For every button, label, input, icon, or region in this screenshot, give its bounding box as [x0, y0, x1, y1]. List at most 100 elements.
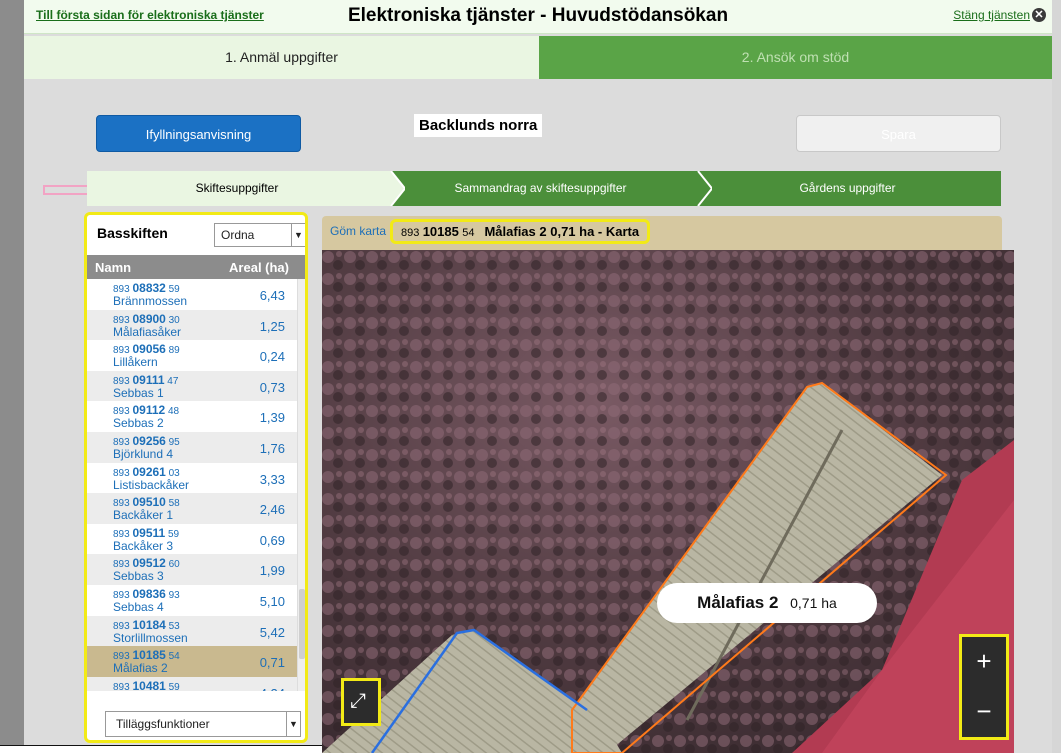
list-item[interactable]: 893 09510 58 Backåker 1 2,46	[87, 493, 297, 524]
list-item[interactable]: 893 09056 89 Lillåkern 0,24	[87, 340, 297, 371]
list-item[interactable]: 893 10185 54 Målafias 2 0,71	[87, 646, 297, 677]
parcel-name: Sebbas 2	[113, 416, 164, 431]
parcel-name: Lillåkern	[113, 355, 158, 370]
chevron-down-icon: ▼	[291, 224, 305, 246]
parcel-name: Målafias 2	[113, 661, 168, 676]
parcel-id: 893 10481 59	[113, 678, 180, 691]
zoom-in-button[interactable]: +	[962, 637, 1006, 687]
list-item[interactable]: 893 09836 93 Sebbas 4 5,10	[87, 584, 297, 616]
parcel-id: 893 09112 48	[113, 403, 180, 418]
list-item[interactable]: 893 10184 53 Storlillmossen 5,42	[87, 615, 297, 647]
map-label-title: Målafias 2 0,71 ha - Karta	[484, 224, 640, 239]
zoom-controls: + −	[959, 634, 1009, 740]
tab-separator-icon	[387, 171, 405, 206]
list-item[interactable]: 893 08832 59 Brännmossen 6,43	[87, 279, 297, 310]
parcel-name: Backåker 3	[113, 538, 174, 553]
column-name-header[interactable]: Namn	[95, 260, 131, 275]
right-window-edge	[1052, 0, 1061, 753]
farm-name: Backlunds norra	[414, 114, 543, 137]
parcel-panel-header: Basskiften Ordna ▼	[87, 215, 305, 251]
addon-functions-select[interactable]: Tilläggsfunktioner ▼	[105, 711, 301, 737]
parcel-name: Björklund 4	[113, 446, 174, 461]
map-parcel-popup: Målafias 2 0,71 ha	[657, 583, 877, 623]
popup-name: Målafias 2	[697, 593, 779, 612]
list-item[interactable]: 893 09512 60 Sebbas 3 1,99	[87, 554, 297, 585]
header: Till första sidan för elektroniska tjäns…	[24, 0, 1052, 34]
parcel-panel-title: Basskiften	[97, 225, 168, 241]
list-item[interactable]: 893 09256 95 Björklund 4 1,76	[87, 431, 297, 463]
parcel-name: Sebbas 3	[113, 569, 164, 584]
parcel-area: 0,69	[259, 532, 285, 548]
parcel-list: 893 08832 59 Brännmossen 6,43 893 08900 30 M…	[87, 279, 297, 691]
parcel-name: Brännmossen	[113, 294, 188, 308]
parcel-name: Storlillmossen	[113, 630, 188, 645]
parcel-id: 893 08900 30	[113, 311, 180, 326]
step-report[interactable]: 1. Anmäl uppgifter	[24, 36, 539, 79]
parcel-area: 1,25	[259, 318, 285, 334]
tab-separator-icon	[694, 171, 712, 206]
map-parcel-label: 893 10185 54 Målafias 2 0,71 ha - Karta	[390, 219, 651, 244]
map-label-number: 10185	[422, 224, 459, 239]
hide-map-link[interactable]: Göm karta	[330, 224, 386, 238]
parcel-area: 1,39	[259, 410, 285, 426]
tab-parcel-data[interactable]: Skiftesuppgifter	[87, 171, 387, 206]
map-label-prefix: 893	[401, 227, 420, 239]
bottom-edge	[0, 745, 322, 753]
parcel-area: 1,76	[259, 440, 285, 456]
tab-bar: Skiftesuppgifter Sammandrag av skiftesup…	[87, 171, 1001, 206]
column-area-header[interactable]: Areal (ha)	[229, 260, 289, 275]
parcel-id: 893 09510 58	[113, 495, 180, 510]
left-window-edge	[0, 0, 24, 753]
list-item[interactable]: 893 09112 48 Sebbas 2 1,39	[87, 401, 297, 432]
parcel-id: 893 09511 59	[113, 525, 180, 540]
parcel-area: 2,46	[259, 502, 285, 518]
list-item[interactable]: 893 09261 03 Listisbackåker 3,33	[87, 462, 297, 494]
parcel-name: Sebbas 4	[113, 599, 164, 614]
parcel-area: 3,33	[259, 471, 285, 487]
map-header: Göm karta 893 10185 54 Målafias 2 0,71 h…	[322, 216, 1002, 250]
save-button[interactable]: Spara	[796, 115, 1001, 152]
map-label-suffix: 54	[462, 227, 475, 239]
tab-parcel-summary[interactable]: Sammandrag av skiftesuppgifter	[387, 171, 694, 206]
parcel-name: Sebbas 1	[113, 385, 164, 400]
table-header: Namn Areal (ha)	[87, 255, 305, 279]
step-bar: 1. Anmäl uppgifter 2. Ansök om stöd	[24, 36, 1052, 79]
parcel-name: Listisbackåker	[113, 477, 190, 492]
close-icon[interactable]: ✕	[1032, 8, 1046, 22]
sort-select-value: Ordna	[221, 228, 255, 242]
parcel-id: 893 09512 60	[113, 556, 180, 571]
parcel-list-scrollbar[interactable]	[297, 279, 305, 691]
list-item[interactable]: 893 10481 59 4,24	[87, 676, 297, 691]
step-apply[interactable]: 2. Ansök om stöd	[539, 36, 1052, 79]
parcel-panel: Basskiften Ordna ▼ Namn Areal (ha) 893 0…	[84, 212, 308, 743]
parcel-id: 893 09256 95	[113, 433, 180, 448]
parcel-area: 0,73	[259, 379, 285, 395]
instructions-button[interactable]: Ifyllningsanvisning	[96, 115, 301, 152]
chevron-down-icon: ▼	[286, 712, 300, 736]
page-title: Elektroniska tjänster - Huvudstödansökan	[347, 5, 729, 26]
zoom-out-button[interactable]: −	[962, 687, 1006, 737]
parcel-area: 0,24	[259, 349, 285, 365]
parcel-name: Backåker 1	[113, 508, 174, 523]
list-item[interactable]: 893 09511 59 Backåker 3 0,69	[87, 523, 297, 555]
parcel-id: 893 09056 89	[113, 342, 180, 357]
app-window: Till första sidan för elektroniska tjäns…	[24, 0, 1052, 753]
parcel-area: 6,43	[259, 288, 285, 303]
parcel-id: 893 10184 53	[113, 617, 180, 632]
parcel-id: 893 10185 54	[113, 648, 180, 663]
parcel-area: 5,10	[259, 593, 285, 609]
close-service-link[interactable]: Stäng tjänsten	[953, 8, 1030, 22]
scrollbar-thumb[interactable]	[299, 589, 305, 659]
list-item[interactable]: 893 08900 30 Målafiasåker 1,25	[87, 309, 297, 341]
fullscreen-button[interactable]: ⤢	[341, 678, 381, 726]
addon-select-value: Tilläggsfunktioner	[116, 717, 210, 731]
sort-select[interactable]: Ordna ▼	[214, 223, 305, 247]
parcel-area: 0,71	[259, 655, 285, 671]
map-view[interactable]: Målafias 2 0,71 ha + − ⤢	[322, 250, 1014, 753]
tab-farm-data[interactable]: Gårdens uppgifter	[694, 171, 1001, 206]
parcel-area: 1,99	[259, 563, 285, 579]
list-item[interactable]: 893 09111 47 Sebbas 1 0,73	[87, 370, 297, 402]
parcel-area: 4,24	[260, 686, 285, 691]
parcel-name: Målafiasåker	[113, 324, 182, 339]
parcel-id: 893 09836 93	[113, 586, 180, 601]
